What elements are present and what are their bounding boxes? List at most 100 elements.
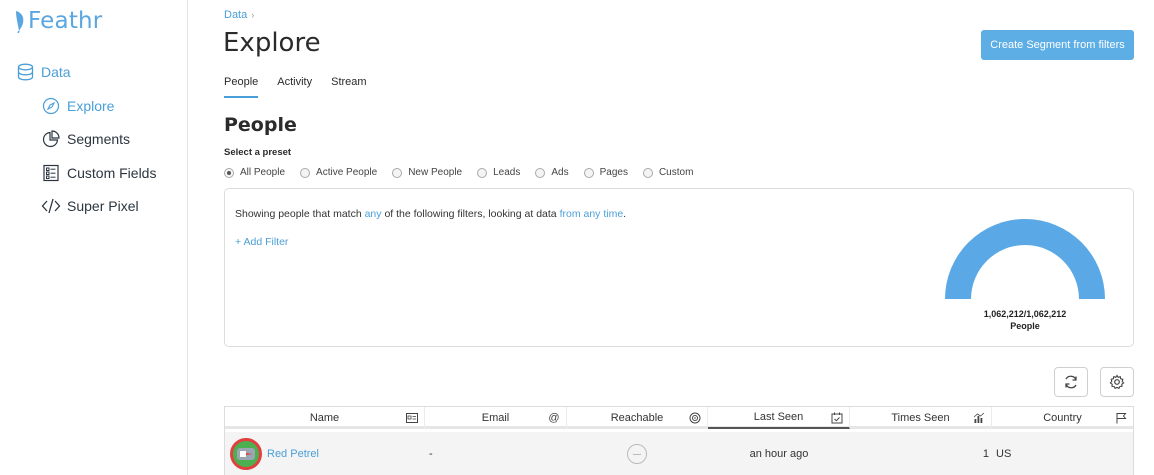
column-label: Name: [309, 412, 340, 424]
preset-label-text: Leads: [493, 167, 521, 178]
preset-label-text: Active People: [316, 167, 378, 178]
filter-text-prefix: Showing people that match: [235, 208, 365, 220]
preset-all-people[interactable]: All People: [224, 167, 285, 178]
filter-text-suffix: .: [623, 208, 627, 220]
logo-text: Feathr: [28, 8, 103, 34]
person-name-link[interactable]: Red Petrel: [267, 448, 319, 460]
preset-new-people[interactable]: New People: [392, 167, 462, 178]
filter-description: Showing people that match any of the fol…: [235, 208, 626, 220]
bird-avatar-icon: [230, 438, 262, 470]
preset-pages[interactable]: Pages: [583, 167, 628, 178]
sidebar-item-label: Super Pixel: [67, 198, 139, 214]
page-title: Explore: [223, 28, 321, 58]
cell-times-seen: 1: [982, 448, 989, 460]
radio-button[interactable]: [300, 167, 311, 178]
people-table: Name Email @ Reachable Last Seen Times S…: [224, 406, 1134, 475]
sidebar-item-super-pixel[interactable]: Super Pixel: [41, 196, 139, 216]
gear-icon: [1109, 374, 1125, 390]
gauge-count: 1,062,212/1,062,212 People: [965, 308, 1085, 332]
table-header: Name Email @ Reachable Last Seen Times S…: [225, 407, 1133, 429]
match-mode-link[interactable]: any: [365, 208, 382, 220]
calendar-check-icon: [831, 412, 843, 424]
preset-label-text: Custom: [658, 167, 694, 178]
column-label: Last Seen: [753, 411, 804, 423]
preset-label-text: Ads: [551, 167, 569, 178]
add-filter-link[interactable]: + Add Filter: [235, 236, 288, 248]
cell-reachable: [627, 432, 647, 475]
table-row[interactable]: Red Petrel - an hour ago 1 US: [225, 432, 1133, 475]
gauge-count-value: 1,062,212/1,062,212: [983, 309, 1067, 319]
radio-button[interactable]: [642, 167, 653, 178]
section-title: People: [224, 114, 297, 136]
create-segment-button[interactable]: Create Segment from filters: [981, 30, 1134, 60]
gauge-count-unit: People: [1010, 321, 1040, 331]
sidebar-item-segments[interactable]: Segments: [41, 129, 130, 149]
cell-last-seen: an hour ago: [749, 448, 809, 460]
filter-panel: Showing people that match any of the fol…: [224, 188, 1134, 347]
breadcrumb: Data ›: [224, 9, 254, 21]
not-reachable-icon: [627, 444, 647, 464]
feather-icon: [16, 11, 24, 33]
chevron-right-icon: ›: [251, 10, 255, 20]
preset-label-text: All People: [240, 167, 286, 178]
column-label: Reachable: [610, 412, 664, 424]
sidebar-item-explore[interactable]: Explore: [41, 96, 114, 116]
bar-chart-icon: [973, 412, 985, 424]
sidebar-item-data-label: Data: [41, 64, 71, 80]
preset-label-text: New People: [408, 167, 463, 178]
code-icon: [41, 196, 61, 216]
radio-button[interactable]: [477, 167, 488, 178]
settings-button[interactable]: [1100, 367, 1134, 397]
preset-label: Select a preset: [224, 147, 292, 158]
sidebar-item-label: Segments: [67, 131, 131, 147]
column-header-reachable[interactable]: Reachable: [567, 407, 708, 429]
radio-button[interactable]: [535, 167, 546, 178]
time-range-link[interactable]: from any time: [560, 208, 624, 220]
id-card-icon: [406, 412, 418, 424]
column-header-times-seen[interactable]: Times Seen: [850, 407, 992, 429]
breadcrumb-data-link[interactable]: Data: [224, 9, 247, 21]
preset-ads[interactable]: Ads: [535, 167, 569, 178]
column-header-country[interactable]: Country: [992, 407, 1133, 429]
pie-chart-icon: [41, 129, 61, 149]
cell-email: -: [429, 448, 433, 460]
refresh-button[interactable]: [1054, 367, 1088, 397]
column-label: Times Seen: [891, 412, 950, 424]
preset-active-people[interactable]: Active People: [300, 167, 377, 178]
radio-button[interactable]: [392, 167, 403, 178]
column-label: Country: [1043, 412, 1082, 424]
preset-radio-group: All People Active People New People Lead…: [224, 167, 708, 178]
column-label: Email: [481, 412, 510, 424]
cell-country: US: [996, 448, 1012, 460]
column-header-name[interactable]: Name: [225, 407, 425, 429]
cell-name: Red Petrel: [267, 432, 319, 475]
filter-text-middle: of the following filters, looking at dat…: [381, 208, 560, 220]
sidebar-item-label: Explore: [67, 98, 115, 114]
at-sign-icon: @: [548, 412, 560, 424]
column-header-last-seen[interactable]: Last Seen: [708, 407, 850, 429]
sidebar: Feathr Data Explore Segments Custom Fiel…: [0, 0, 188, 475]
database-icon: [17, 63, 34, 81]
people-gauge: [945, 219, 1105, 299]
sidebar-item-custom-fields[interactable]: Custom Fields: [41, 163, 156, 183]
column-header-email[interactable]: Email @: [425, 407, 567, 429]
compass-icon: [41, 96, 61, 116]
radio-button[interactable]: [224, 167, 234, 178]
radio-button[interactable]: [583, 167, 594, 178]
sidebar-item-data[interactable]: Data: [17, 63, 71, 81]
tab-stream[interactable]: Stream: [331, 76, 366, 98]
list-icon: [41, 163, 61, 183]
refresh-icon: [1065, 375, 1077, 389]
tab-people[interactable]: People: [224, 76, 259, 98]
sidebar-item-label: Custom Fields: [67, 165, 157, 181]
preset-custom[interactable]: Custom: [642, 167, 694, 178]
preset-label-text: Pages: [599, 167, 628, 178]
gauge-fill: [945, 219, 1105, 299]
flag-icon: [1115, 412, 1127, 424]
tab-activity[interactable]: Activity: [277, 76, 312, 98]
target-icon: [689, 412, 701, 424]
avatar: [230, 432, 262, 475]
preset-leads[interactable]: Leads: [477, 167, 520, 178]
tab-bar: People Activity Stream: [224, 76, 367, 98]
feathr-logo[interactable]: Feathr: [14, 8, 102, 34]
